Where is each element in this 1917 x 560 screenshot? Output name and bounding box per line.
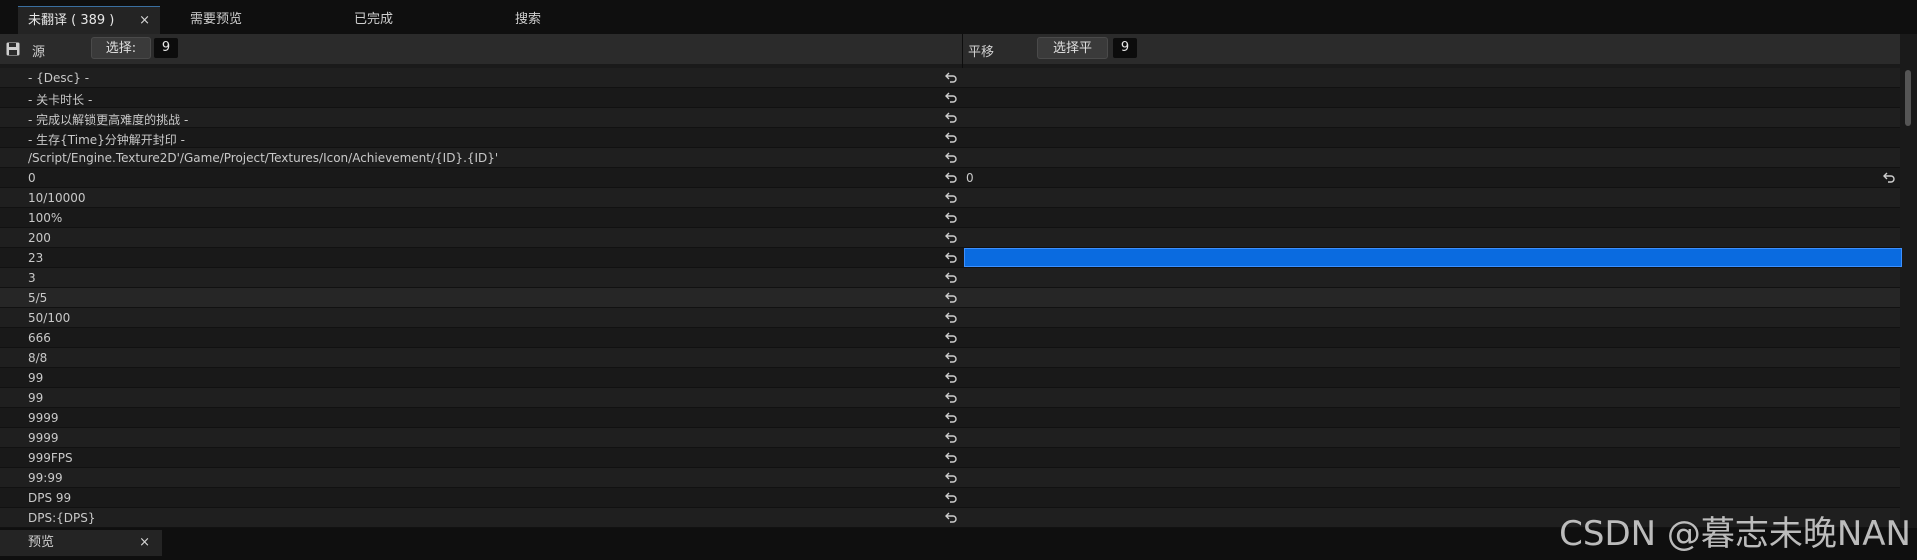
- table-row[interactable]: 50/100: [0, 308, 1900, 328]
- source-text: 3: [28, 271, 36, 285]
- target-select-button[interactable]: 选择平: [1037, 37, 1108, 59]
- revert-icon[interactable]: [944, 370, 958, 384]
- revert-icon[interactable]: [944, 70, 958, 84]
- source-text: 200: [28, 231, 51, 245]
- revert-icon[interactable]: [944, 450, 958, 464]
- watermark: CSDN @暮志未晚NAN: [1559, 514, 1911, 554]
- revert-icon[interactable]: [944, 210, 958, 224]
- translation-text[interactable]: 0: [966, 171, 974, 185]
- revert-icon[interactable]: [944, 230, 958, 244]
- revert-icon[interactable]: [944, 90, 958, 104]
- table-row[interactable]: 10/10000: [0, 188, 1900, 208]
- table-row[interactable]: DPS 99: [0, 488, 1900, 508]
- top-tab-bar: 未翻译 ( 389 ) × 需要预览 已完成 搜索: [0, 0, 1917, 34]
- tab-untranslated[interactable]: 未翻译 ( 389 ) ×: [18, 6, 160, 34]
- tab-needs-preview-label: 需要预览: [190, 12, 243, 27]
- close-icon[interactable]: ×: [139, 530, 150, 556]
- revert-icon[interactable]: [944, 350, 958, 364]
- revert-icon[interactable]: [944, 270, 958, 284]
- scrollbar-thumb[interactable]: [1905, 70, 1911, 126]
- revert-icon[interactable]: [944, 190, 958, 204]
- source-text: 50/100: [28, 311, 71, 325]
- table-row[interactable]: 99:99: [0, 468, 1900, 488]
- table-row[interactable]: - 关卡时长 -: [0, 88, 1900, 108]
- source-text: 23: [28, 251, 44, 265]
- revert-icon[interactable]: [944, 390, 958, 404]
- table-row[interactable]: 3: [0, 268, 1900, 288]
- table-row[interactable]: - 生存{Time}分钟解开封印 -: [0, 128, 1900, 148]
- revert-icon[interactable]: [944, 110, 958, 124]
- source-text: 8/8: [28, 351, 48, 365]
- table-row[interactable]: 99: [0, 388, 1900, 408]
- source-text: DPS 99: [28, 491, 72, 505]
- table-row[interactable]: 666: [0, 328, 1900, 348]
- source-text: - 生存{Time}分钟解开封印 -: [28, 133, 185, 147]
- revert-icon[interactable]: [944, 310, 958, 324]
- source-text: /Script/Engine.Texture2D'/Game/Project/T…: [28, 151, 499, 165]
- tab-untranslated-label: 未翻译 ( 389 ): [28, 13, 115, 28]
- table-row[interactable]: 100%: [0, 208, 1900, 228]
- revert-icon[interactable]: [944, 130, 958, 144]
- source-text: 999FPS: [28, 451, 73, 465]
- source-count-field[interactable]: 9: [154, 38, 178, 58]
- revert-icon[interactable]: [944, 330, 958, 344]
- source-column-label: 源: [32, 45, 46, 60]
- table-row[interactable]: 200: [0, 228, 1900, 248]
- revert-icon[interactable]: [944, 510, 958, 524]
- table-row[interactable]: 8/8: [0, 348, 1900, 368]
- tab-preview-label: 预览: [28, 535, 55, 550]
- table-row[interactable]: /Script/Engine.Texture2D'/Game/Project/T…: [0, 148, 1900, 168]
- revert-icon[interactable]: [944, 170, 958, 184]
- revert-icon[interactable]: [944, 430, 958, 444]
- source-text: - {Desc} -: [28, 71, 90, 85]
- source-text: DPS:{DPS}: [28, 511, 96, 525]
- translation-panel: 源 选择: 9 平移 选择平 9 - {Desc} - - 关卡时长 - - 完成以…: [0, 34, 1917, 528]
- column-header: 源 选择: 9 平移 选择平 9: [0, 34, 1900, 64]
- table-row[interactable]: - 完成以解锁更高难度的挑战 -: [0, 108, 1900, 128]
- table-row[interactable]: 9999: [0, 428, 1900, 448]
- tab-needs-preview[interactable]: 需要预览: [180, 6, 310, 34]
- table-row[interactable]: 23: [0, 248, 1902, 268]
- source-text: - 关卡时长 -: [28, 93, 93, 107]
- tab-completed-label: 已完成: [354, 12, 394, 27]
- source-select-button[interactable]: 选择:: [91, 37, 151, 59]
- tab-search-label: 搜索: [515, 12, 542, 27]
- table-row[interactable]: 99: [0, 368, 1900, 388]
- source-text: 99: [28, 371, 44, 385]
- source-text: 99: [28, 391, 44, 405]
- table-row[interactable]: 5/5: [0, 288, 1900, 308]
- table-row[interactable]: - {Desc} -: [0, 68, 1900, 88]
- tab-search[interactable]: 搜索: [505, 6, 625, 34]
- source-text: 5/5: [28, 291, 48, 305]
- revert-icon[interactable]: [944, 490, 958, 504]
- save-icon[interactable]: [6, 42, 20, 56]
- source-text: - 完成以解锁更高难度的挑战 -: [28, 113, 189, 127]
- translation-input-focused[interactable]: [964, 248, 1902, 267]
- revert-icon[interactable]: [944, 250, 958, 264]
- table-row[interactable]: 9999: [0, 408, 1900, 428]
- source-text: 99:99: [28, 471, 63, 485]
- source-text: 10/10000: [28, 191, 86, 205]
- close-icon[interactable]: ×: [139, 7, 150, 35]
- revert-icon[interactable]: [944, 470, 958, 484]
- revert-icon[interactable]: [944, 290, 958, 304]
- revert-icon[interactable]: [944, 410, 958, 424]
- tab-preview[interactable]: 预览 ×: [0, 530, 162, 556]
- table-row[interactable]: 00: [0, 168, 1900, 188]
- entry-list: - {Desc} - - 关卡时长 - - 完成以解锁更高难度的挑战 - - 生存{T…: [0, 68, 1902, 528]
- table-row[interactable]: 999FPS: [0, 448, 1900, 468]
- target-column-label: 平移: [968, 45, 995, 60]
- source-text: 9999: [28, 411, 59, 425]
- source-text: 666: [28, 331, 51, 345]
- revert-translation-icon[interactable]: [1882, 170, 1896, 184]
- source-text: 0: [28, 171, 36, 185]
- target-count-field[interactable]: 9: [1113, 38, 1137, 58]
- revert-icon[interactable]: [944, 150, 958, 164]
- source-text: 9999: [28, 431, 59, 445]
- tab-completed[interactable]: 已完成: [344, 6, 464, 34]
- source-text: 100%: [28, 211, 63, 225]
